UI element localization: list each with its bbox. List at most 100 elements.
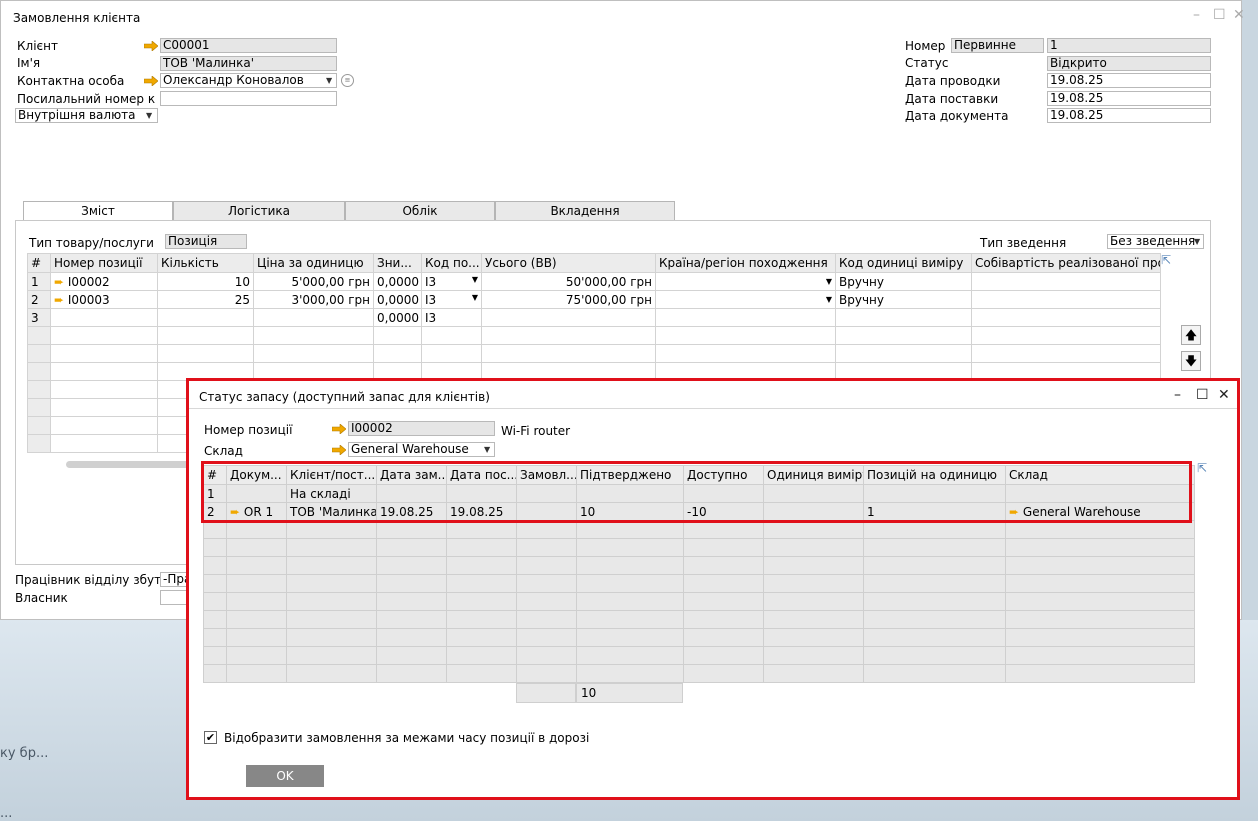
- chevron-down-icon[interactable]: ▼: [826, 295, 832, 304]
- link-arrow-icon[interactable]: [332, 424, 346, 434]
- expand-icon[interactable]: ⇱: [1197, 461, 1207, 475]
- link-arrow-icon[interactable]: [144, 41, 158, 51]
- column-header[interactable]: Усього (ВВ): [481, 253, 656, 273]
- discount-cell[interactable]: 0,0000: [373, 290, 422, 309]
- move-up-icon[interactable]: 🡅: [1181, 325, 1201, 345]
- chevron-down-icon[interactable]: ▼: [1194, 237, 1200, 246]
- column-header[interactable]: Собівартість реалізованої про...: [971, 253, 1161, 273]
- country-cell[interactable]: ▼: [655, 290, 836, 309]
- row-number: 3: [27, 308, 51, 327]
- cogs-cell[interactable]: [971, 290, 1161, 309]
- column-header[interactable]: Код по...: [421, 253, 482, 273]
- table-row[interactable]: [203, 628, 1195, 647]
- chevron-down-icon[interactable]: ▼: [326, 76, 332, 85]
- total-cell[interactable]: [481, 308, 656, 327]
- column-header[interactable]: Номер позиції: [50, 253, 158, 273]
- tax-code-cell[interactable]: I3: [421, 308, 482, 327]
- table-row[interactable]: [27, 326, 1161, 345]
- price-cell[interactable]: 3'000,00 грн: [253, 290, 374, 309]
- table-row[interactable]: [203, 592, 1195, 611]
- tab-logistics[interactable]: Логістика: [173, 201, 345, 221]
- move-down-icon[interactable]: 🡇: [1181, 351, 1201, 371]
- country-cell[interactable]: ▼: [655, 272, 836, 291]
- status-label: Статус: [905, 56, 949, 70]
- reference-input[interactable]: [160, 91, 337, 106]
- chevron-down-icon[interactable]: ▼: [484, 445, 490, 454]
- warehouse-select[interactable]: General Warehouse: [348, 442, 495, 457]
- item-cell[interactable]: ➨ I00002: [50, 272, 158, 291]
- tab-content[interactable]: Зміст: [23, 201, 173, 222]
- table-row[interactable]: [203, 646, 1195, 665]
- client-field[interactable]: C00001: [160, 38, 337, 53]
- uom-code-cell[interactable]: Вручну: [835, 272, 972, 291]
- price-cell[interactable]: [253, 308, 374, 327]
- link-arrow-icon[interactable]: [332, 445, 346, 455]
- table-row[interactable]: [203, 538, 1195, 557]
- table-row[interactable]: [203, 664, 1195, 683]
- show-orders-checkbox[interactable]: ✔: [204, 731, 217, 744]
- document-date-field[interactable]: 19.08.25: [1047, 108, 1211, 123]
- column-header[interactable]: Країна/регіон походження: [655, 253, 836, 273]
- tax-code-cell[interactable]: I3 ▼: [421, 290, 482, 309]
- quantity-cell[interactable]: 25: [157, 290, 254, 309]
- link-arrow-icon[interactable]: ➨: [54, 293, 64, 307]
- maximize-icon[interactable]: ☐: [1213, 7, 1226, 23]
- posting-date-field[interactable]: 19.08.25: [1047, 73, 1211, 88]
- column-header[interactable]: Зни...: [373, 253, 422, 273]
- maximize-icon[interactable]: ☐: [1196, 387, 1209, 403]
- discount-cell[interactable]: 0,0000: [373, 308, 422, 327]
- close-icon[interactable]: ✕: [1218, 387, 1230, 403]
- quantity-cell[interactable]: 10: [157, 272, 254, 291]
- table-row[interactable]: 2 ➨ I00003 25 3'000,00 грн 0,0000 I3 ▼ 75…: [27, 290, 1161, 309]
- table-row[interactable]: [203, 610, 1195, 629]
- item-type-select[interactable]: Позиція: [165, 234, 247, 249]
- table-row[interactable]: [203, 520, 1195, 539]
- chevron-down-icon[interactable]: ▼: [826, 277, 832, 286]
- minimize-icon[interactable]: –: [1174, 387, 1181, 403]
- table-row[interactable]: 3 0,0000 I3: [27, 308, 1161, 327]
- chevron-down-icon[interactable]: ▼: [472, 275, 478, 284]
- details-icon[interactable]: ≡: [341, 74, 354, 87]
- uom-code-cell[interactable]: Вручну: [835, 290, 972, 309]
- horizontal-scrollbar[interactable]: [66, 461, 196, 468]
- series-select[interactable]: Первинне: [951, 38, 1044, 53]
- link-arrow-icon[interactable]: ➨: [54, 275, 64, 289]
- price-cell[interactable]: 5'000,00 грн: [253, 272, 374, 291]
- quantity-cell[interactable]: [157, 308, 254, 327]
- chevron-down-icon[interactable]: ▼: [472, 293, 478, 302]
- summary-type-select[interactable]: Без зведення: [1107, 234, 1204, 249]
- total-cell[interactable]: 50'000,00 грн: [481, 272, 656, 291]
- status-field[interactable]: Відкрито: [1047, 56, 1211, 71]
- close-icon[interactable]: ✕: [1233, 7, 1245, 23]
- ok-button[interactable]: OK: [246, 765, 324, 787]
- link-arrow-icon[interactable]: [144, 76, 158, 86]
- column-header[interactable]: Ціна за одиницю: [253, 253, 374, 273]
- number-field[interactable]: 1: [1047, 38, 1211, 53]
- chevron-down-icon[interactable]: ▼: [146, 111, 152, 120]
- expand-icon[interactable]: ⇱: [1161, 253, 1171, 267]
- tax-code-cell[interactable]: I3 ▼: [421, 272, 482, 291]
- table-row[interactable]: [27, 344, 1161, 363]
- tab-attachments[interactable]: Вкладення: [495, 201, 675, 221]
- tab-accounting[interactable]: Облік: [345, 201, 495, 221]
- discount-cell[interactable]: 0,0000: [373, 272, 422, 291]
- contact-select[interactable]: Олександр Коновалов: [160, 73, 337, 88]
- total-cell[interactable]: 75'000,00 грн: [481, 290, 656, 309]
- table-row[interactable]: [203, 574, 1195, 593]
- cogs-cell[interactable]: [971, 272, 1161, 291]
- item-number-field[interactable]: I00002: [348, 421, 495, 436]
- table-row[interactable]: [203, 556, 1195, 575]
- item-cell[interactable]: [50, 308, 158, 327]
- delivery-date-field[interactable]: 19.08.25: [1047, 91, 1211, 106]
- name-field[interactable]: ТОВ 'Малинка': [160, 56, 337, 71]
- column-header[interactable]: Кількість: [157, 253, 254, 273]
- currency-select[interactable]: Внутрішня валюта: [15, 108, 158, 123]
- country-cell[interactable]: [655, 308, 836, 327]
- column-header[interactable]: Код одиниці виміру: [835, 253, 972, 273]
- item-cell[interactable]: ➨ I00003: [50, 290, 158, 309]
- minimize-icon[interactable]: –: [1193, 7, 1200, 23]
- column-header[interactable]: #: [27, 253, 51, 273]
- cogs-cell[interactable]: [971, 308, 1161, 327]
- uom-code-cell[interactable]: [835, 308, 972, 327]
- table-row[interactable]: 1 ➨ I00002 10 5'000,00 грн 0,0000 I3 ▼ 50…: [27, 272, 1161, 291]
